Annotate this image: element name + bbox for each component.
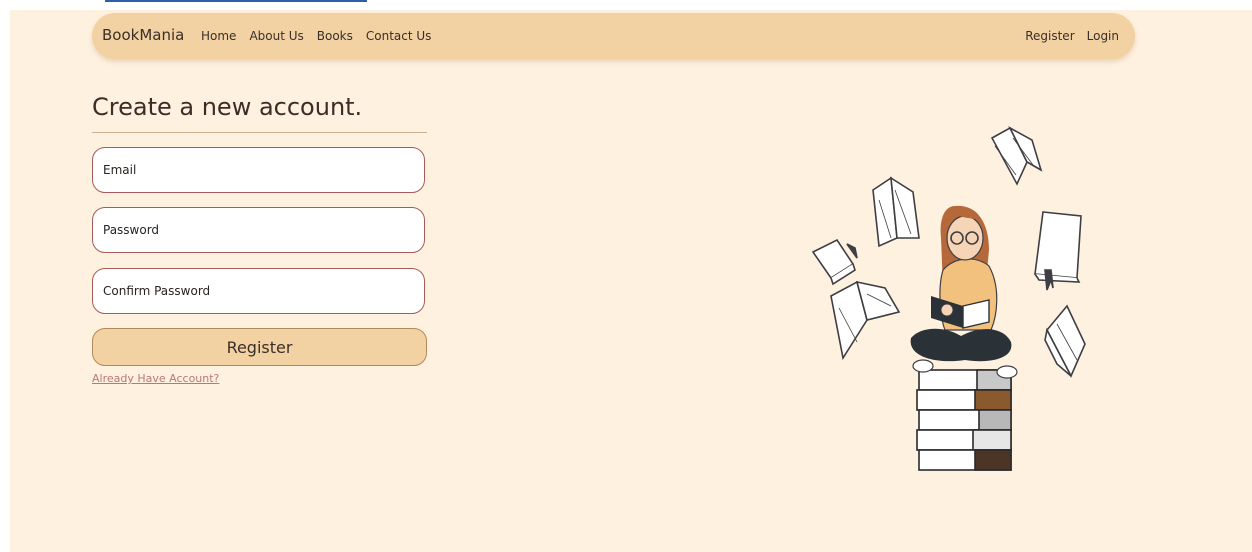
navbar: BookMania Home About Us Books Contact Us… [92, 13, 1135, 59]
nav-home-link[interactable]: Home [201, 29, 236, 43]
floating-book-icon [830, 280, 901, 361]
closed-book-icon [1034, 211, 1082, 291]
confirm-password-field [92, 268, 425, 314]
page-background: BookMania Home About Us Books Contact Us… [10, 10, 1252, 552]
nav-login-link[interactable]: Login [1087, 29, 1119, 43]
reading-girl-illustration [811, 126, 1086, 471]
reading-girl [910, 205, 1018, 379]
title-divider [92, 132, 427, 133]
register-button[interactable]: Register [92, 328, 427, 366]
password-input[interactable] [93, 208, 424, 252]
floating-book-icon [990, 126, 1043, 186]
floating-book-icon [1044, 304, 1086, 378]
email-input[interactable] [93, 148, 424, 192]
brand-logo[interactable]: BookMania [102, 26, 184, 44]
already-have-account-link[interactable]: Already Have Account? [92, 372, 219, 385]
top-accent-line [105, 0, 367, 2]
closed-book-icon [811, 238, 858, 286]
nav-auth-links: Register Login [1025, 29, 1119, 43]
confirm-password-input[interactable] [93, 269, 424, 313]
email-field [92, 147, 425, 193]
nav-contact-link[interactable]: Contact Us [366, 29, 432, 43]
password-field [92, 207, 425, 253]
book-stack [916, 369, 1012, 471]
nav-about-link[interactable]: About Us [249, 29, 303, 43]
nav-links: Home About Us Books Contact Us [201, 29, 431, 43]
nav-books-link[interactable]: Books [317, 29, 353, 43]
nav-register-link[interactable]: Register [1025, 29, 1074, 43]
floating-book-icon [872, 176, 920, 248]
page-title: Create a new account. [92, 93, 363, 121]
